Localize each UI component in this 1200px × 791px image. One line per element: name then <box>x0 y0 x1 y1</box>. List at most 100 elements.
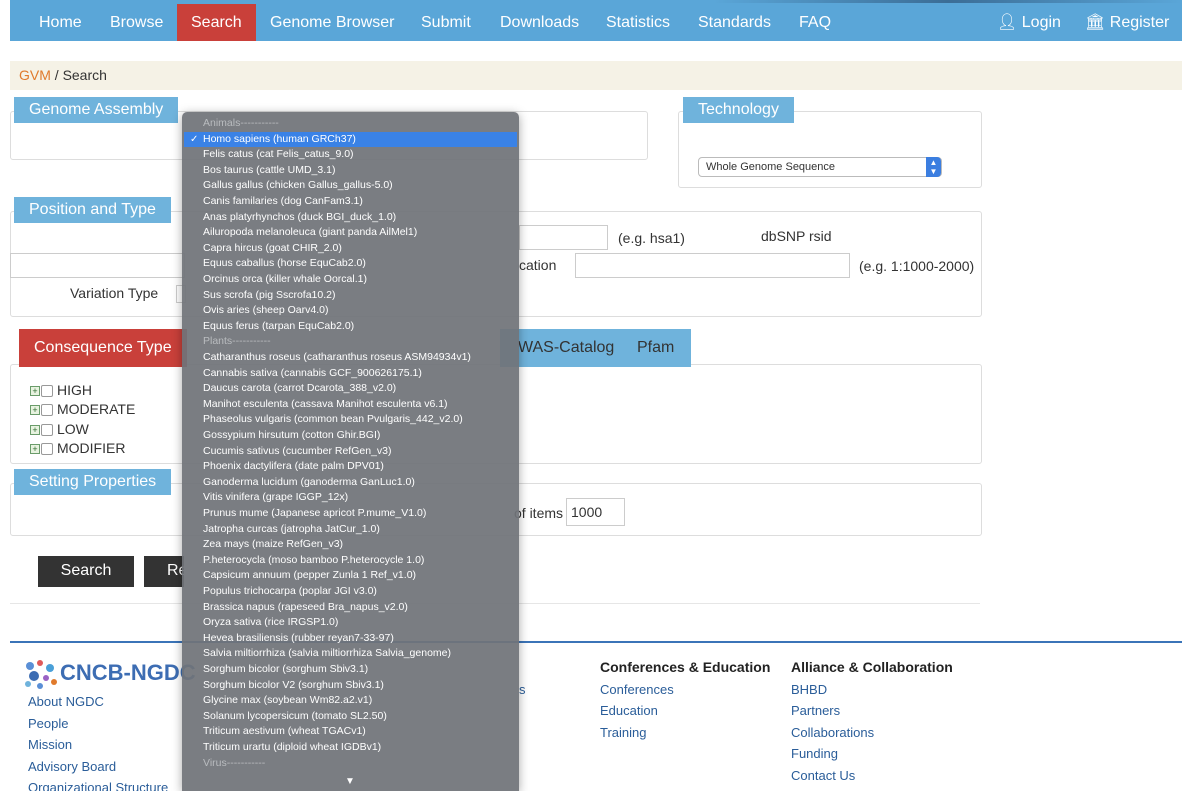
dropdown-option[interactable]: Cannabis sativa (cannabis GCF_900626175.… <box>182 366 519 382</box>
expand-icon[interactable]: + <box>30 425 40 436</box>
technology-select[interactable]: Whole Genome Sequence ▲ ▼ <box>698 157 942 177</box>
dropdown-option[interactable]: Gossypium hirsutum (cotton Ghir.BGI) <box>182 428 519 444</box>
dropdown-option[interactable]: Capsicum annuum (pepper Zunla 1 Ref_v1.0… <box>182 568 519 584</box>
tree-item-moderate[interactable]: + MODERATE <box>30 400 135 418</box>
dropdown-option[interactable]: Anas platyrhynchos (duck BGI_duck_1.0) <box>182 210 519 226</box>
dropdown-option[interactable]: Bos taurus (cattle UMD_3.1) <box>182 163 519 179</box>
breadcrumb-root[interactable]: GVM <box>19 67 51 83</box>
expand-icon[interactable]: + <box>30 444 40 455</box>
checkbox[interactable] <box>41 404 53 417</box>
footer-link-about[interactable]: About NGDC <box>28 694 104 709</box>
footer-link-partial[interactable]: s <box>519 682 526 697</box>
dropdown-option[interactable]: Manihot esculenta (cassava Manihot escul… <box>182 397 519 413</box>
dropdown-option[interactable]: ✓ Homo sapiens (human GRCh37) <box>184 131 517 148</box>
footer-link-partners[interactable]: Partners <box>791 703 840 718</box>
dropdown-option[interactable]: Catharanthus roseus (catharanthus roseus… <box>182 350 519 366</box>
dropdown-option-label: Sorghum bicolor (sorghum Sbiv3.1) <box>203 663 369 675</box>
dropdown-option[interactable]: Ganoderma lucidum (ganoderma GanLuc1.0) <box>182 475 519 491</box>
dropdown-option[interactable]: Populus trichocarpa (poplar JGI v3.0) <box>182 584 519 600</box>
dropdown-option[interactable]: Ovis aries (sheep Oarv4.0) <box>182 303 519 319</box>
footer-link-conferences[interactable]: Conferences <box>600 682 674 697</box>
dropdown-option-label: Homo sapiens (human GRCh37) <box>203 132 356 145</box>
dropdown-option[interactable]: Cucumis sativus (cucumber RefGen_v3) <box>182 444 519 460</box>
footer-link-education[interactable]: Education <box>600 703 658 718</box>
footer-link-people[interactable]: People <box>28 716 68 731</box>
dropdown-option[interactable]: Triticum urartu (diploid wheat IGDBv1) <box>182 740 519 756</box>
footer-link-bhbd[interactable]: BHBD <box>791 682 827 697</box>
bank-icon: 🏛︎ <box>1085 14 1106 31</box>
dropdown-option-label: Gossypium hirsutum (cotton Ghir.BGI) <box>203 429 381 441</box>
nav-home[interactable]: Home <box>39 4 82 41</box>
variation-type-label: Variation Type <box>70 285 159 301</box>
dropdown-option[interactable]: Glycine max (soybean Wm82.a2.v1) <box>182 693 519 709</box>
dropdown-option-label: Triticum urartu (diploid wheat IGDBv1) <box>203 741 382 753</box>
tab-consequence-type[interactable]: Consequence Type <box>19 329 187 367</box>
dropdown-option[interactable]: Hevea brasiliensis (rubber reyan7-33-97) <box>182 631 519 647</box>
footer-link-contact[interactable]: Contact Us <box>791 768 855 783</box>
position-input-left[interactable] <box>10 253 185 278</box>
tab-gwas-catalog[interactable]: WAS-Catalog <box>500 329 629 367</box>
dropdown-option[interactable]: Ailuropoda melanoleuca (giant panda AilM… <box>182 225 519 241</box>
dropdown-option-label: Oryza sativa (rice IRGSP1.0) <box>203 616 339 629</box>
checkbox[interactable] <box>41 443 53 456</box>
nav-faq[interactable]: FAQ <box>799 4 831 41</box>
nav-submit[interactable]: Submit <box>421 4 471 41</box>
tree-item-modifier[interactable]: + MODIFIER <box>30 439 125 457</box>
dropdown-option-label: Gallus gallus (chicken Gallus_gallus-5.0… <box>203 179 393 192</box>
dropdown-option[interactable]: Canis familaries (dog CanFam3.1) <box>182 194 519 210</box>
expand-icon[interactable]: + <box>30 405 40 416</box>
chromosome-hint: (e.g. hsa1) <box>618 230 685 246</box>
footer-link-collaborations[interactable]: Collaborations <box>791 725 874 740</box>
dropdown-option[interactable]: Equus caballus (horse EquCab2.0) <box>182 256 519 272</box>
dropdown-option[interactable]: Phoenix dactylifera (date palm DPV01) <box>182 459 519 475</box>
genome-assembly-title: Genome Assembly <box>14 97 179 123</box>
footer-link-funding[interactable]: Funding <box>791 746 838 761</box>
footer-link-advisory[interactable]: Advisory Board <box>28 759 116 774</box>
dropdown-option[interactable]: Brassica napus (rapeseed Bra_napus_v2.0) <box>182 600 519 616</box>
dropdown-option[interactable]: Equus ferus (tarpan EquCab2.0) <box>182 319 519 335</box>
dropdown-option[interactable]: Oryza sativa (rice IRGSP1.0) <box>182 615 519 631</box>
checkbox[interactable] <box>41 385 53 398</box>
dropdown-option[interactable]: Prunus mume (Japanese apricot P.mume_V1.… <box>182 506 519 522</box>
nav-register[interactable]: 🏛︎ Register <box>1085 4 1169 41</box>
dropdown-option[interactable]: Capra hircus (goat CHIR_2.0) <box>182 241 519 257</box>
nav-login[interactable]: 👤︎ Login <box>997 4 1061 41</box>
dropdown-option[interactable]: Phaseolus vulgaris (common bean Pvulgari… <box>182 412 519 428</box>
scroll-down-icon[interactable]: ▼ <box>345 776 355 787</box>
dropdown-option[interactable]: Zea mays (maize RefGen_v3) <box>182 537 519 553</box>
dropdown-option[interactable]: Felis catus (cat Felis_catus_9.0) <box>182 147 519 163</box>
dropdown-option[interactable]: Orcinus orca (killer whale Oorcal.1) <box>182 272 519 288</box>
footer-link-mission[interactable]: Mission <box>28 737 72 752</box>
expand-icon[interactable]: + <box>30 386 40 397</box>
nav-browse[interactable]: Browse <box>110 4 163 41</box>
nav-search[interactable]: Search <box>177 4 256 41</box>
dropdown-option[interactable]: Triticum aestivum (wheat TGACv1) <box>182 724 519 740</box>
dropdown-option[interactable]: Sorghum bicolor (sorghum Sbiv3.1) <box>182 662 519 678</box>
dropdown-option[interactable]: Jatropha curcas (jatropha JatCur_1.0) <box>182 522 519 538</box>
checkbox[interactable] <box>41 424 53 437</box>
location-input[interactable] <box>575 253 850 278</box>
dropdown-option[interactable]: Salvia miltiorrhiza (salvia miltiorrhiza… <box>182 646 519 662</box>
species-dropdown-menu[interactable]: Animals----------- ✓ Homo sapiens (human G… <box>182 112 519 791</box>
tree-item-low[interactable]: + LOW <box>30 420 89 438</box>
dropdown-option[interactable]: Solanum lycopersicum (tomato SL2.50) <box>182 709 519 725</box>
dropdown-option[interactable]: Vitis vinifera (grape IGGP_12x) <box>182 490 519 506</box>
nav-standards[interactable]: Standards <box>698 4 771 41</box>
dropdown-option[interactable]: Sorghum bicolor V2 (sorghum Sbiv3.1) <box>182 678 519 694</box>
nav-downloads[interactable]: Downloads <box>500 4 579 41</box>
footer-link-training[interactable]: Training <box>600 725 646 740</box>
nav-genome-browser[interactable]: Genome Browser <box>270 4 395 41</box>
dropdown-option[interactable]: Sus scrofa (pig Sscrofa10.2) <box>182 288 519 304</box>
reset-button[interactable]: Re <box>144 556 187 587</box>
footer-link-org[interactable]: Organizational Structure <box>28 780 168 791</box>
dropdown-option[interactable]: Daucus carota (carrot Dcarota_388_v2.0) <box>182 381 519 397</box>
dropdown-option[interactable]: P.heterocycla (moso bamboo P.heterocycle… <box>182 553 519 569</box>
dropdown-option-label: Prunus mume (Japanese apricot P.mume_V1.… <box>203 507 427 519</box>
search-button[interactable]: Search <box>38 556 134 587</box>
tab-pfam[interactable]: Pfam <box>622 329 691 367</box>
nav-statistics[interactable]: Statistics <box>606 4 670 41</box>
chromosome-input[interactable] <box>519 225 608 250</box>
dropdown-option[interactable]: Gallus gallus (chicken Gallus_gallus-5.0… <box>182 178 519 194</box>
tree-item-high[interactable]: + HIGH <box>30 381 92 399</box>
items-input[interactable]: 1000 <box>566 498 625 526</box>
